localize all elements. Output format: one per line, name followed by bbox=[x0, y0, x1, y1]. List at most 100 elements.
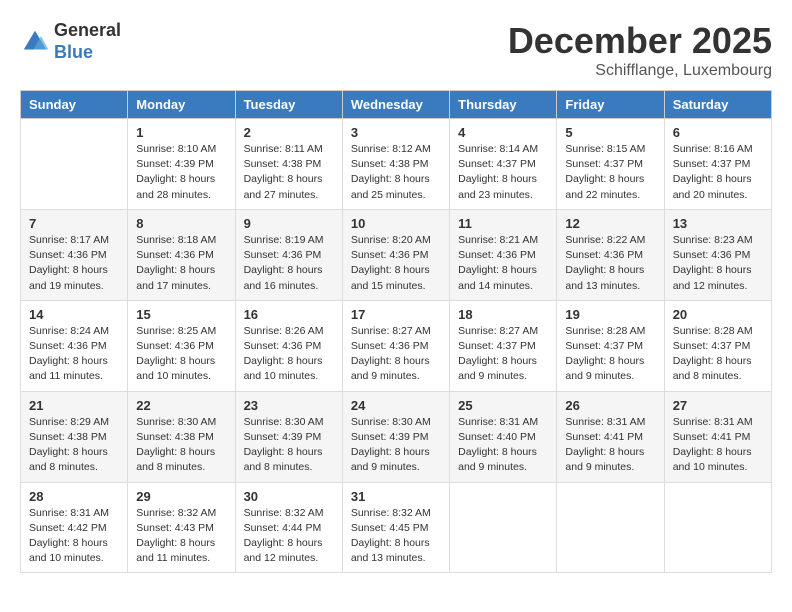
day-info: Sunrise: 8:15 AMSunset: 4:37 PMDaylight:… bbox=[565, 142, 655, 203]
day-number: 5 bbox=[565, 125, 655, 140]
day-info: Sunrise: 8:11 AMSunset: 4:38 PMDaylight:… bbox=[244, 142, 334, 203]
day-cell: 31 Sunrise: 8:32 AMSunset: 4:45 PMDayligh… bbox=[342, 482, 449, 573]
day-number: 19 bbox=[565, 307, 655, 322]
day-info: Sunrise: 8:29 AMSunset: 4:38 PMDaylight:… bbox=[29, 415, 119, 476]
day-cell: 11 Sunrise: 8:21 AMSunset: 4:36 PMDayligh… bbox=[450, 209, 557, 300]
week-row-4: 21 Sunrise: 8:29 AMSunset: 4:38 PMDayligh… bbox=[21, 391, 772, 482]
day-info: Sunrise: 8:31 AMSunset: 4:40 PMDaylight:… bbox=[458, 415, 548, 476]
location: Schifflange, Luxembourg bbox=[508, 62, 772, 80]
day-number: 11 bbox=[458, 216, 548, 231]
day-cell: 17 Sunrise: 8:27 AMSunset: 4:36 PMDayligh… bbox=[342, 300, 449, 391]
logo-text: General Blue bbox=[54, 20, 121, 63]
day-cell bbox=[664, 482, 771, 573]
day-cell: 20Sunrise: 8:28 AMSunset: 4:37 PMDayligh… bbox=[664, 300, 771, 391]
day-cell: 21 Sunrise: 8:29 AMSunset: 4:38 PMDayligh… bbox=[21, 391, 128, 482]
day-cell: 15 Sunrise: 8:25 AMSunset: 4:36 PMDayligh… bbox=[128, 300, 235, 391]
day-cell: 3Sunrise: 8:12 AMSunset: 4:38 PMDaylight… bbox=[342, 119, 449, 210]
day-number: 16 bbox=[244, 307, 334, 322]
day-number: 12 bbox=[565, 216, 655, 231]
day-cell: 16 Sunrise: 8:26 AMSunset: 4:36 PMDayligh… bbox=[235, 300, 342, 391]
day-cell: 12 Sunrise: 8:22 AMSunset: 4:36 PMDayligh… bbox=[557, 209, 664, 300]
logo-general: General bbox=[54, 20, 121, 42]
day-info: Sunrise: 8:31 AMSunset: 4:41 PMDaylight:… bbox=[565, 415, 655, 476]
logo: General Blue bbox=[20, 20, 121, 63]
day-info: Sunrise: 8:31 AMSunset: 4:41 PMDaylight:… bbox=[673, 415, 763, 476]
day-info: Sunrise: 8:26 AMSunset: 4:36 PMDaylight:… bbox=[244, 324, 334, 385]
day-info: Sunrise: 8:10 AMSunset: 4:39 PMDaylight:… bbox=[136, 142, 226, 203]
day-number: 26 bbox=[565, 398, 655, 413]
day-number: 6 bbox=[673, 125, 763, 140]
logo-blue-text: Blue bbox=[54, 42, 121, 64]
day-number: 31 bbox=[351, 489, 441, 504]
day-info: Sunrise: 8:21 AMSunset: 4:36 PMDaylight:… bbox=[458, 233, 548, 294]
logo-icon bbox=[20, 27, 50, 57]
day-info: Sunrise: 8:25 AMSunset: 4:36 PMDaylight:… bbox=[136, 324, 226, 385]
day-cell: 29 Sunrise: 8:32 AMSunset: 4:43 PMDayligh… bbox=[128, 482, 235, 573]
day-cell: 9Sunrise: 8:19 AMSunset: 4:36 PMDaylight… bbox=[235, 209, 342, 300]
col-header-wednesday: Wednesday bbox=[342, 91, 449, 119]
day-cell: 2Sunrise: 8:11 AMSunset: 4:38 PMDaylight… bbox=[235, 119, 342, 210]
day-number: 15 bbox=[136, 307, 226, 322]
title-block: December 2025 Schifflange, Luxembourg bbox=[508, 20, 772, 80]
day-info: Sunrise: 8:22 AMSunset: 4:36 PMDaylight:… bbox=[565, 233, 655, 294]
day-cell: 10 Sunrise: 8:20 AMSunset: 4:36 PMDayligh… bbox=[342, 209, 449, 300]
day-number: 25 bbox=[458, 398, 548, 413]
day-info: Sunrise: 8:19 AMSunset: 4:36 PMDaylight:… bbox=[244, 233, 334, 294]
day-info: Sunrise: 8:28 AMSunset: 4:37 PMDaylight:… bbox=[673, 324, 763, 385]
day-number: 14 bbox=[29, 307, 119, 322]
day-number: 21 bbox=[29, 398, 119, 413]
week-row-5: 28Sunrise: 8:31 AMSunset: 4:42 PMDayligh… bbox=[21, 482, 772, 573]
day-info: Sunrise: 8:30 AMSunset: 4:39 PMDaylight:… bbox=[351, 415, 441, 476]
col-header-sunday: Sunday bbox=[21, 91, 128, 119]
day-number: 30 bbox=[244, 489, 334, 504]
day-cell: 1 Sunrise: 8:10 AMSunset: 4:39 PMDaylight… bbox=[128, 119, 235, 210]
day-info: Sunrise: 8:32 AMSunset: 4:45 PMDaylight:… bbox=[351, 506, 441, 567]
day-info: Sunrise: 8:18 AMSunset: 4:36 PMDaylight:… bbox=[136, 233, 226, 294]
day-number: 27 bbox=[673, 398, 763, 413]
header-row: SundayMondayTuesdayWednesdayThursdayFrid… bbox=[21, 91, 772, 119]
day-number: 24 bbox=[351, 398, 441, 413]
day-cell: 30 Sunrise: 8:32 AMSunset: 4:44 PMDayligh… bbox=[235, 482, 342, 573]
calendar-table: SundayMondayTuesdayWednesdayThursdayFrid… bbox=[20, 90, 772, 573]
day-info: Sunrise: 8:32 AMSunset: 4:43 PMDaylight:… bbox=[136, 506, 226, 567]
day-cell: 7Sunrise: 8:17 AMSunset: 4:36 PMDaylight… bbox=[21, 209, 128, 300]
day-info: Sunrise: 8:24 AMSunset: 4:36 PMDaylight:… bbox=[29, 324, 119, 385]
day-number: 4 bbox=[458, 125, 548, 140]
day-info: Sunrise: 8:17 AMSunset: 4:36 PMDaylight:… bbox=[29, 233, 119, 294]
day-cell: 19 Sunrise: 8:28 AMSunset: 4:37 PMDayligh… bbox=[557, 300, 664, 391]
day-cell bbox=[21, 119, 128, 210]
day-info: Sunrise: 8:23 AMSunset: 4:36 PMDaylight:… bbox=[673, 233, 763, 294]
day-cell: 25 Sunrise: 8:31 AMSunset: 4:40 PMDayligh… bbox=[450, 391, 557, 482]
day-number: 29 bbox=[136, 489, 226, 504]
day-info: Sunrise: 8:20 AMSunset: 4:36 PMDaylight:… bbox=[351, 233, 441, 294]
day-number: 23 bbox=[244, 398, 334, 413]
day-number: 28 bbox=[29, 489, 119, 504]
week-row-3: 14 Sunrise: 8:24 AMSunset: 4:36 PMDayligh… bbox=[21, 300, 772, 391]
day-number: 18 bbox=[458, 307, 548, 322]
col-header-saturday: Saturday bbox=[664, 91, 771, 119]
col-header-friday: Friday bbox=[557, 91, 664, 119]
day-info: Sunrise: 8:30 AMSunset: 4:38 PMDaylight:… bbox=[136, 415, 226, 476]
day-number: 17 bbox=[351, 307, 441, 322]
week-row-1: 1 Sunrise: 8:10 AMSunset: 4:39 PMDaylight… bbox=[21, 119, 772, 210]
day-info: Sunrise: 8:28 AMSunset: 4:37 PMDaylight:… bbox=[565, 324, 655, 385]
day-cell: 13 Sunrise: 8:23 AMSunset: 4:36 PMDayligh… bbox=[664, 209, 771, 300]
col-header-monday: Monday bbox=[128, 91, 235, 119]
day-info: Sunrise: 8:27 AMSunset: 4:36 PMDaylight:… bbox=[351, 324, 441, 385]
page-header: General Blue December 2025 Schifflange, … bbox=[20, 20, 772, 80]
day-cell: 14 Sunrise: 8:24 AMSunset: 4:36 PMDayligh… bbox=[21, 300, 128, 391]
day-cell: 28Sunrise: 8:31 AMSunset: 4:42 PMDayligh… bbox=[21, 482, 128, 573]
day-cell: 18 Sunrise: 8:27 AMSunset: 4:37 PMDayligh… bbox=[450, 300, 557, 391]
col-header-thursday: Thursday bbox=[450, 91, 557, 119]
day-info: Sunrise: 8:32 AMSunset: 4:44 PMDaylight:… bbox=[244, 506, 334, 567]
day-cell bbox=[450, 482, 557, 573]
day-number: 13 bbox=[673, 216, 763, 231]
day-number: 1 bbox=[136, 125, 226, 140]
day-info: Sunrise: 8:16 AMSunset: 4:37 PMDaylight:… bbox=[673, 142, 763, 203]
day-number: 10 bbox=[351, 216, 441, 231]
day-info: Sunrise: 8:12 AMSunset: 4:38 PMDaylight:… bbox=[351, 142, 441, 203]
day-cell: 26 Sunrise: 8:31 AMSunset: 4:41 PMDayligh… bbox=[557, 391, 664, 482]
day-cell: 6 Sunrise: 8:16 AMSunset: 4:37 PMDaylight… bbox=[664, 119, 771, 210]
day-cell: 22Sunrise: 8:30 AMSunset: 4:38 PMDayligh… bbox=[128, 391, 235, 482]
day-info: Sunrise: 8:27 AMSunset: 4:37 PMDaylight:… bbox=[458, 324, 548, 385]
